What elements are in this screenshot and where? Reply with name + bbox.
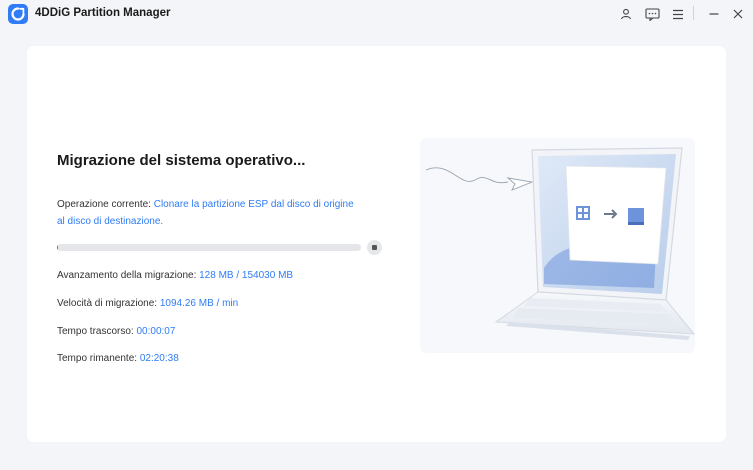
stat-value: 1094.26 MB / min (159, 298, 239, 309)
stat-value: 02:20:38 (139, 353, 179, 364)
stat-label: Tempo rimanente: (57, 353, 140, 364)
user-icon[interactable] (617, 5, 635, 23)
stat-value: 128 MB / 154030 MB (199, 270, 294, 281)
stat-label: Avanzamento della migrazione: (57, 270, 200, 281)
title-bar: 4DDiG Partition Manager (0, 0, 753, 28)
app-title: 4DDiG Partition Manager (35, 7, 171, 19)
current-operation: Operazione corrente: Clonare la partizio… (57, 196, 357, 230)
stat-value: 00:00:07 (136, 326, 176, 337)
stat-label: Tempo trascorso: (57, 326, 137, 337)
stat-speed: Velocità di migrazione: 1094.26 MB / min (57, 298, 238, 309)
minimize-icon[interactable] (705, 5, 723, 23)
menu-icon[interactable] (669, 5, 687, 23)
titlebar-separator (693, 6, 694, 20)
close-icon[interactable] (729, 5, 747, 23)
stop-button[interactable] (367, 240, 382, 255)
stat-label: Velocità di migrazione: (57, 298, 160, 309)
stop-icon (372, 245, 377, 250)
page-title: Migrazione del sistema operativo... (57, 152, 306, 169)
feedback-icon[interactable] (643, 5, 661, 23)
stat-progress: Avanzamento della migrazione: 128 MB / 1… (57, 270, 293, 281)
laptop-illustration (420, 138, 696, 353)
stat-remaining: Tempo rimanente: 02:20:38 (57, 353, 179, 364)
app-logo-icon (8, 4, 28, 24)
stat-elapsed: Tempo trascorso: 00:00:07 (57, 326, 175, 337)
current-operation-label: Operazione corrente: (57, 199, 154, 210)
migration-progress-bar (57, 244, 361, 251)
